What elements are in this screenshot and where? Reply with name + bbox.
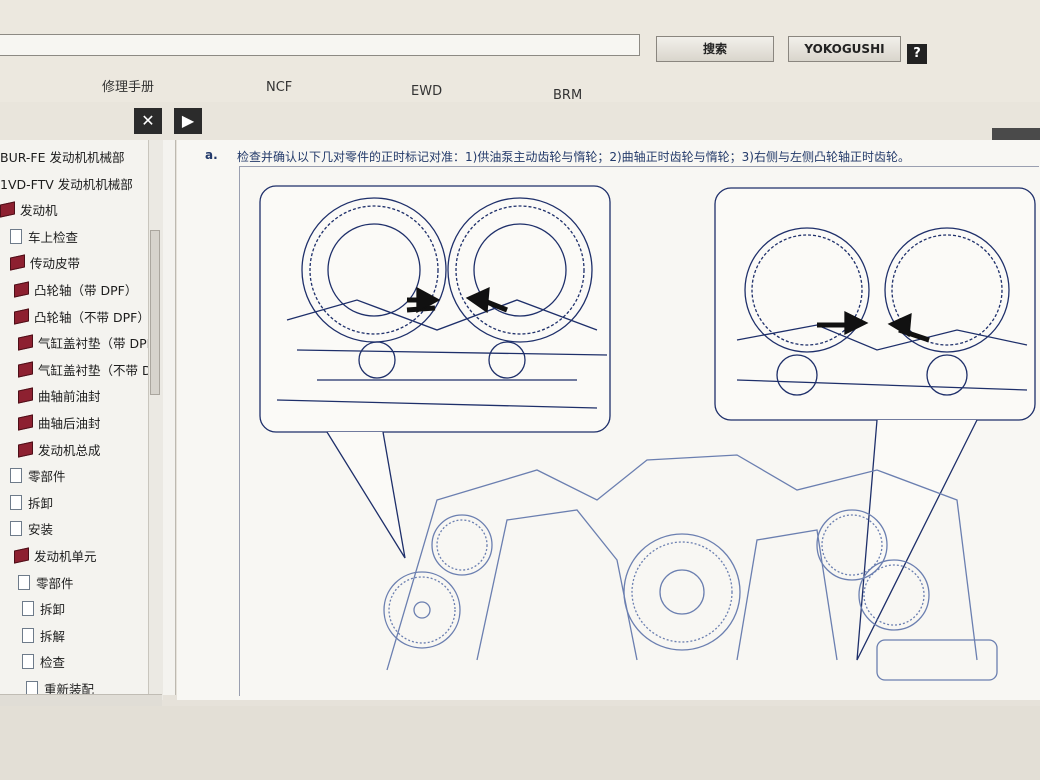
top-bar: 搜索 YOKOGUSHI ? 修理手册 NCF EWD BRM — [0, 0, 1040, 103]
sidebar-item[interactable]: 车上检查 — [10, 228, 78, 248]
search-button[interactable]: 搜索 — [656, 36, 774, 62]
sidebar-item[interactable]: 凸轮轴（带 DPF） — [14, 281, 137, 301]
page-icon — [10, 521, 22, 537]
page-icon — [18, 574, 30, 590]
sidebar-item-label: 车上检查 — [28, 229, 79, 245]
sidebar-scrollbar[interactable] — [148, 140, 163, 700]
sidebar-item-label: 气缸盖衬垫（带 DPF — [38, 336, 154, 352]
sidebar-item[interactable]: 气缸盖衬垫（带 DPF — [18, 334, 154, 354]
sidebar-item-label: 检查 — [40, 655, 66, 671]
sidebar-item[interactable]: 拆卸 — [10, 494, 53, 514]
sidebar-item[interactable]: 曲轴前油封 — [18, 387, 101, 407]
desk-area — [0, 706, 1040, 780]
sidebar-item[interactable]: 气缸盖衬垫（不带 D — [18, 361, 152, 381]
book-icon — [18, 387, 33, 404]
book-icon — [18, 440, 33, 458]
book-icon — [18, 414, 33, 431]
book-icon — [18, 361, 33, 378]
scrollbar-thumb[interactable] — [150, 230, 160, 395]
sidebar-item[interactable]: 安装 — [10, 520, 53, 540]
sidebar-item-label: 发动机 — [20, 203, 58, 219]
sidebar-item-label: 1VD-FTV 发动机机械部 — [0, 176, 133, 192]
sidebar-item-label: 拆卸 — [28, 495, 54, 511]
next-button[interactable]: ▶ — [174, 108, 202, 134]
timing-gear-diagram — [259, 185, 1036, 681]
sidebar-item-label: BUR-FE 发动机机械部 — [0, 150, 125, 165]
sidebar-item[interactable]: 拆卸 — [22, 600, 65, 620]
sidebar-item-label: 发动机单元 — [34, 549, 97, 564]
sidebar-item-label: 拆卸 — [40, 602, 66, 618]
sidebar-item[interactable]: 发动机总成 — [18, 440, 101, 461]
page-icon — [10, 228, 22, 244]
sidebar-item-label: 传动皮带 — [30, 256, 81, 272]
page-icon — [26, 681, 38, 695]
book-icon — [0, 201, 15, 218]
book-icon — [14, 281, 29, 298]
page-icon — [10, 494, 22, 510]
sidebar-item-label: 凸轮轴（不带 DPF） — [34, 309, 150, 325]
sidebar-item[interactable]: 检查 — [22, 653, 65, 673]
sidebar-item-label: 凸轮轴（带 DPF） — [34, 283, 138, 298]
sidebar-item-label: 拆解 — [40, 628, 66, 644]
sidebar-item[interactable]: 零部件 — [10, 467, 66, 487]
sidebar-item-label: 曲轴后油封 — [38, 416, 101, 431]
page-icon — [22, 654, 34, 670]
book-icon — [14, 307, 29, 325]
search-input[interactable] — [0, 34, 640, 56]
sidebar-item-label: 安装 — [28, 522, 54, 538]
sidebar-item[interactable]: 发动机 — [0, 201, 58, 221]
page-icon — [10, 468, 22, 484]
sidebar-item[interactable]: 零部件 — [18, 574, 74, 594]
page-icon — [22, 601, 34, 617]
sidebar-item[interactable]: 重新装配 — [26, 680, 94, 695]
sidebar-item[interactable]: BUR-FE 发动机机械部 — [0, 148, 124, 168]
sidebar-item[interactable]: 发动机单元 — [14, 547, 97, 567]
page-icon — [22, 627, 34, 643]
sidebar-item-label: 发动机总成 — [38, 442, 101, 458]
tab-repair-manual[interactable]: 修理手册 — [102, 76, 154, 95]
book-icon — [10, 254, 25, 271]
sidebar-item-label: 零部件 — [28, 469, 66, 485]
sidebar-item-label: 零部件 — [36, 575, 74, 591]
help-button[interactable]: ? — [907, 44, 927, 64]
sidebar-item[interactable]: 传动皮带 — [10, 254, 80, 274]
book-icon — [18, 334, 33, 351]
close-button[interactable]: ✕ — [134, 108, 162, 134]
sidebar-item-label: 曲轴前油封 — [38, 389, 101, 405]
content-pane: a. 检查并确认以下几对零件的正时标记对准：1)供油泵主动齿轮与惰轮；2)曲轴正… — [177, 140, 1040, 700]
sidebar-item[interactable]: 曲轴后油封 — [18, 414, 101, 434]
sidebar-item[interactable]: 拆解 — [22, 627, 65, 647]
yokogushi-button[interactable]: YOKOGUSHI — [788, 36, 901, 62]
tab-ewd[interactable]: EWD — [411, 84, 442, 99]
sidebar-item[interactable]: 1VD-FTV 发动机机械部 — [0, 175, 133, 195]
book-icon — [14, 547, 29, 564]
sidebar-item-label: 气缸盖衬垫（不带 D — [38, 362, 152, 378]
tab-brm[interactable]: BRM — [553, 88, 582, 103]
tab-ncf[interactable]: NCF — [266, 80, 292, 95]
sidebar-item[interactable]: 凸轮轴（不带 DPF） — [14, 307, 150, 328]
